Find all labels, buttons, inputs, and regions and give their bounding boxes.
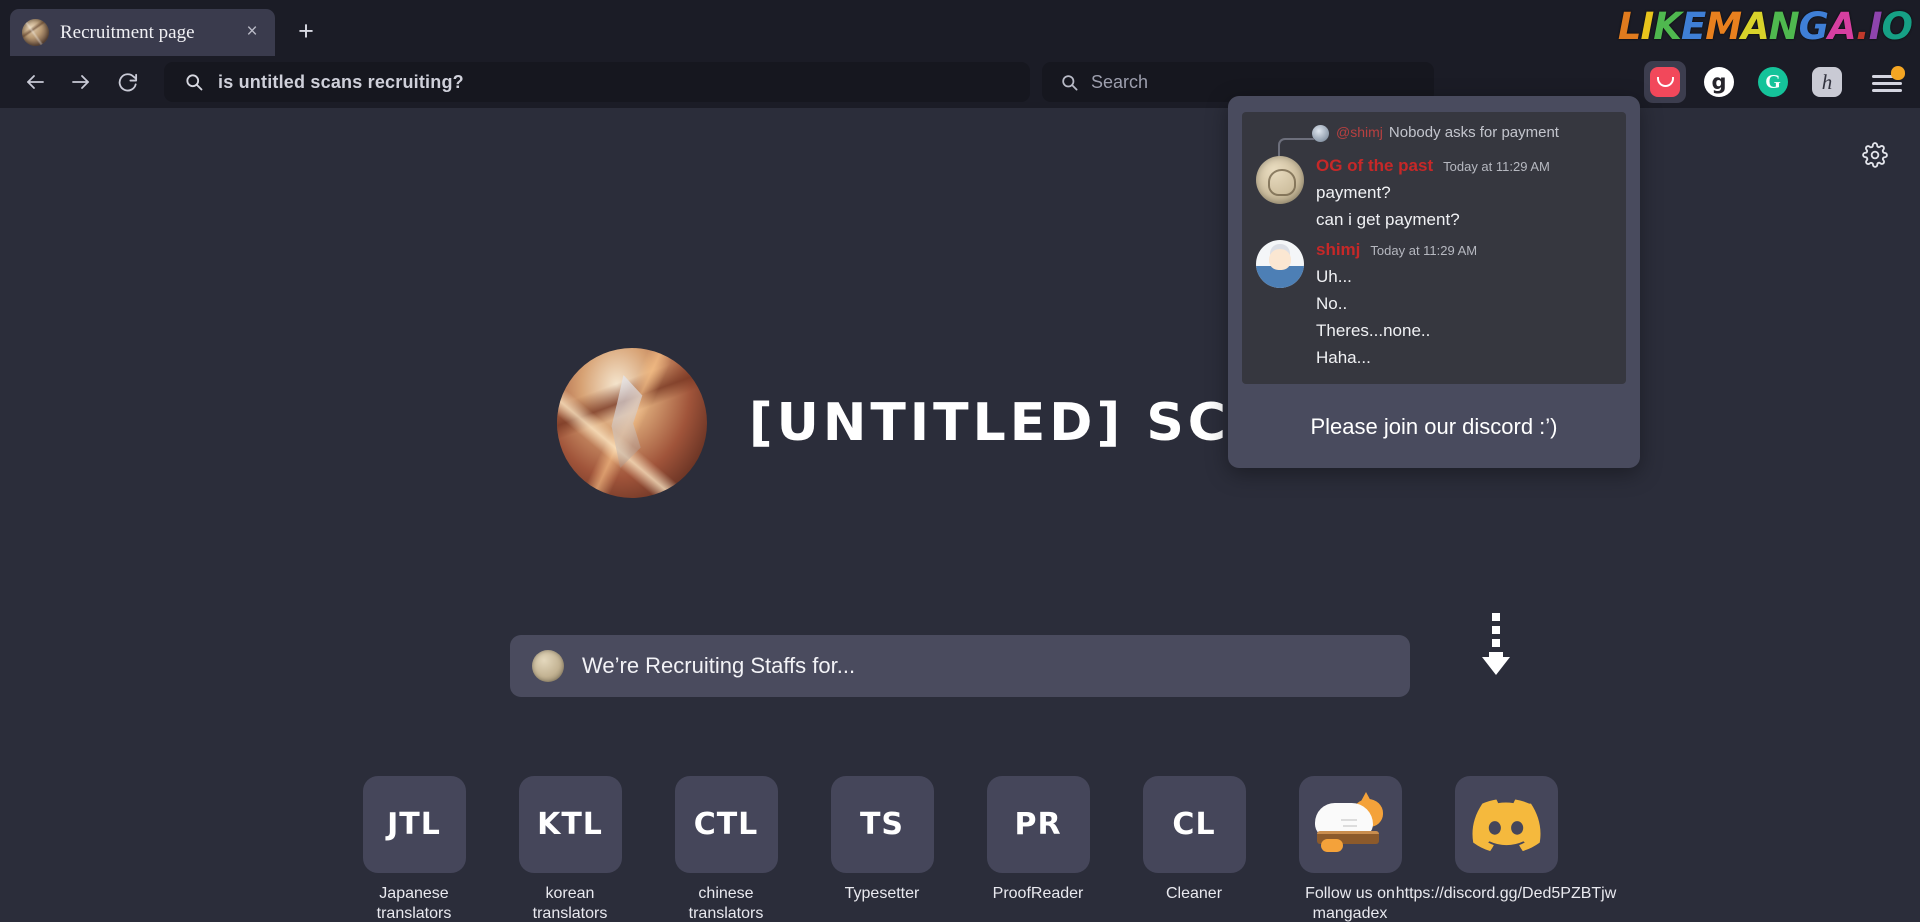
- logo-letter: L: [1618, 5, 1641, 48]
- message-line: No..: [1316, 294, 1612, 314]
- recruiting-card-text: We’re Recruiting Staffs for...: [582, 653, 855, 679]
- tab-strip: Recruitment page × + LIKEMANGA.IO: [0, 0, 1920, 56]
- message-timestamp: Today at 11:29 AM: [1443, 159, 1550, 174]
- message-line: Theres...none..: [1316, 321, 1612, 341]
- reply-text: Nobody asks for payment: [1389, 124, 1559, 141]
- roles-row: JTL Japanese translators KTL korean transla…: [0, 776, 1920, 922]
- discord-reply-preview: @shimj Nobody asks for payment: [1256, 124, 1612, 146]
- message-author[interactable]: shimj: [1316, 240, 1360, 260]
- gear-icon[interactable]: [1858, 138, 1892, 172]
- down-arrow-icon: [1478, 613, 1514, 685]
- address-bar-value: is untitled scans recruiting?: [218, 72, 464, 93]
- role-code: CL: [1172, 807, 1215, 842]
- grammarly-notify-extension-icon[interactable]: g: [1698, 61, 1740, 103]
- message-timestamp: Today at 11:29 AM: [1370, 243, 1477, 258]
- tab-favicon: [22, 19, 49, 46]
- role-code: KTL: [537, 807, 603, 842]
- discord-chat-area: @shimj Nobody asks for payment OG of the…: [1242, 112, 1626, 384]
- coin-avatar: [532, 650, 564, 682]
- role-item[interactable]: TS Typesetter: [818, 776, 946, 904]
- tab-title: Recruitment page: [60, 22, 230, 44]
- role-label: https://discord.gg/Ded5PZBTjw: [1396, 884, 1617, 904]
- dragon-avatar: [557, 348, 707, 498]
- role-label: Japanese translators: [350, 884, 478, 922]
- pocket-extension-icon[interactable]: [1644, 61, 1686, 103]
- role-box-cl[interactable]: CL: [1143, 776, 1246, 873]
- role-label: chinese translators: [662, 884, 790, 922]
- role-label: Typesetter: [845, 884, 920, 904]
- reply-mention[interactable]: @shimj: [1336, 124, 1383, 140]
- avatar[interactable]: [1256, 156, 1304, 204]
- browser-window: Recruitment page × + LIKEMANGA.IO: [0, 0, 1920, 922]
- discord-message: OG of the past Today at 11:29 AM payment…: [1256, 156, 1612, 230]
- role-label: korean translators: [506, 884, 634, 922]
- address-bar[interactable]: is untitled scans recruiting?: [164, 62, 1030, 102]
- role-box-pr[interactable]: PR: [987, 776, 1090, 873]
- search-icon: [184, 72, 204, 92]
- forward-icon[interactable]: [58, 62, 104, 102]
- tab-recruitment-page[interactable]: Recruitment page ×: [10, 9, 275, 56]
- role-label: ProofReader: [993, 884, 1084, 904]
- recruiting-card: We’re Recruiting Staffs for...: [510, 635, 1410, 697]
- role-code: JTL: [387, 807, 441, 842]
- role-box-ktl[interactable]: KTL: [519, 776, 622, 873]
- message-line: can i get payment?: [1316, 210, 1612, 230]
- role-item[interactable]: CTL chinese translators: [662, 776, 790, 922]
- role-code: TS: [860, 807, 904, 842]
- role-box-mangadex[interactable]: [1299, 776, 1402, 873]
- role-code: PR: [1014, 807, 1061, 842]
- logo-letter: E: [1681, 5, 1705, 48]
- close-icon[interactable]: ×: [241, 22, 263, 44]
- logo-letter: G: [1799, 5, 1828, 48]
- new-tab-button[interactable]: +: [289, 15, 323, 49]
- message-line: Haha...: [1316, 348, 1612, 368]
- role-item[interactable]: PR ProofReader: [974, 776, 1102, 904]
- logo-letter: M: [1705, 5, 1741, 48]
- join-discord-text: Please join our discord :’): [1242, 384, 1626, 468]
- logo-letter: I: [1641, 5, 1654, 48]
- role-item[interactable]: KTL korean translators: [506, 776, 634, 922]
- likemanga-logo: LIKEMANGA.IO: [1618, 0, 1912, 54]
- role-box-ctl[interactable]: CTL: [675, 776, 778, 873]
- role-box-ts[interactable]: TS: [831, 776, 934, 873]
- logo-letter: N: [1769, 5, 1799, 48]
- logo-letter: A: [1828, 5, 1856, 48]
- reply-avatar: [1312, 125, 1329, 142]
- logo-letter: K: [1653, 5, 1681, 48]
- logo-letter: .: [1856, 5, 1869, 48]
- logo-letter: I: [1869, 5, 1882, 48]
- role-label: Cleaner: [1166, 884, 1222, 904]
- reload-icon[interactable]: [104, 62, 150, 102]
- search-placeholder: Search: [1091, 72, 1148, 93]
- grammarly-extension-icon[interactable]: G: [1752, 61, 1794, 103]
- back-icon[interactable]: [12, 62, 58, 102]
- discord-message: shimj Today at 11:29 AM Uh... No.. There…: [1256, 240, 1612, 368]
- avatar[interactable]: [1256, 240, 1304, 288]
- message-author[interactable]: OG of the past: [1316, 156, 1433, 176]
- logo-letter: A: [1741, 5, 1769, 48]
- browser-menu-icon[interactable]: [1870, 67, 1904, 97]
- honey-extension-icon[interactable]: h: [1806, 61, 1848, 103]
- role-box-discord[interactable]: [1455, 776, 1558, 873]
- role-box-jtl[interactable]: JTL: [363, 776, 466, 873]
- role-item[interactable]: https://discord.gg/Ded5PZBTjw: [1442, 776, 1570, 904]
- logo-letter: O: [1882, 5, 1912, 48]
- mangadex-cat-icon: [1313, 795, 1387, 855]
- role-code: CTL: [694, 807, 759, 842]
- search-icon: [1060, 73, 1079, 92]
- discord-overlay-panel: @shimj Nobody asks for payment OG of the…: [1228, 96, 1640, 468]
- discord-icon: [1471, 799, 1541, 851]
- message-line: payment?: [1316, 183, 1612, 203]
- message-line: Uh...: [1316, 267, 1612, 287]
- extensions-area: g G h: [1644, 61, 1908, 103]
- role-item[interactable]: JTL Japanese translators: [350, 776, 478, 922]
- role-item[interactable]: CL Cleaner: [1130, 776, 1258, 904]
